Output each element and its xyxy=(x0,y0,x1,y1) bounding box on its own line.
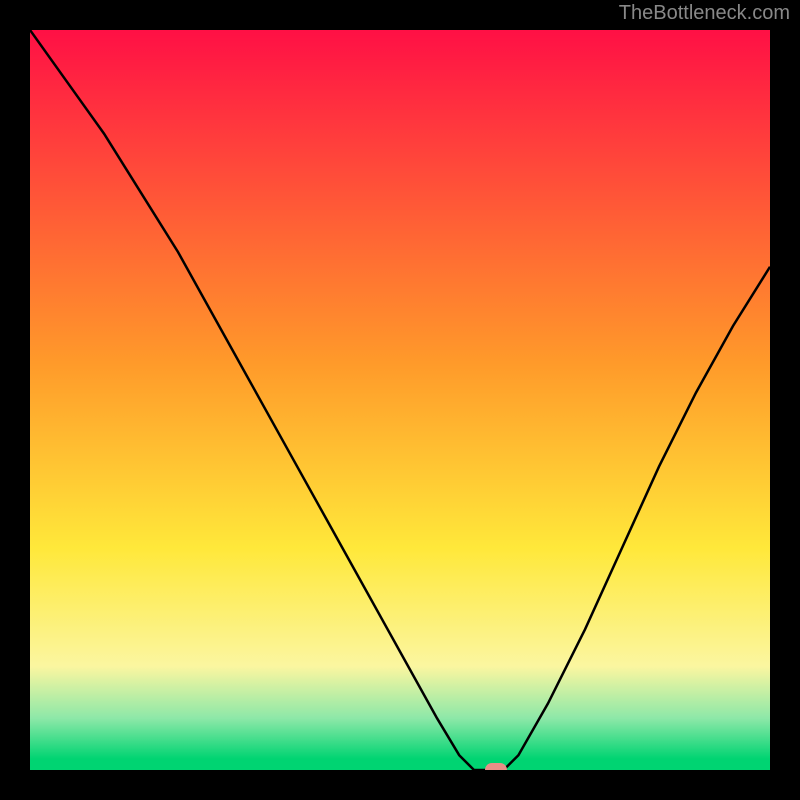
plot-area xyxy=(30,30,770,770)
chart-svg xyxy=(30,30,770,770)
gradient-background xyxy=(30,30,770,770)
watermark-text: TheBottleneck.com xyxy=(619,2,790,25)
optimum-marker xyxy=(485,763,507,770)
chart-frame: TheBottleneck.com xyxy=(0,0,800,800)
